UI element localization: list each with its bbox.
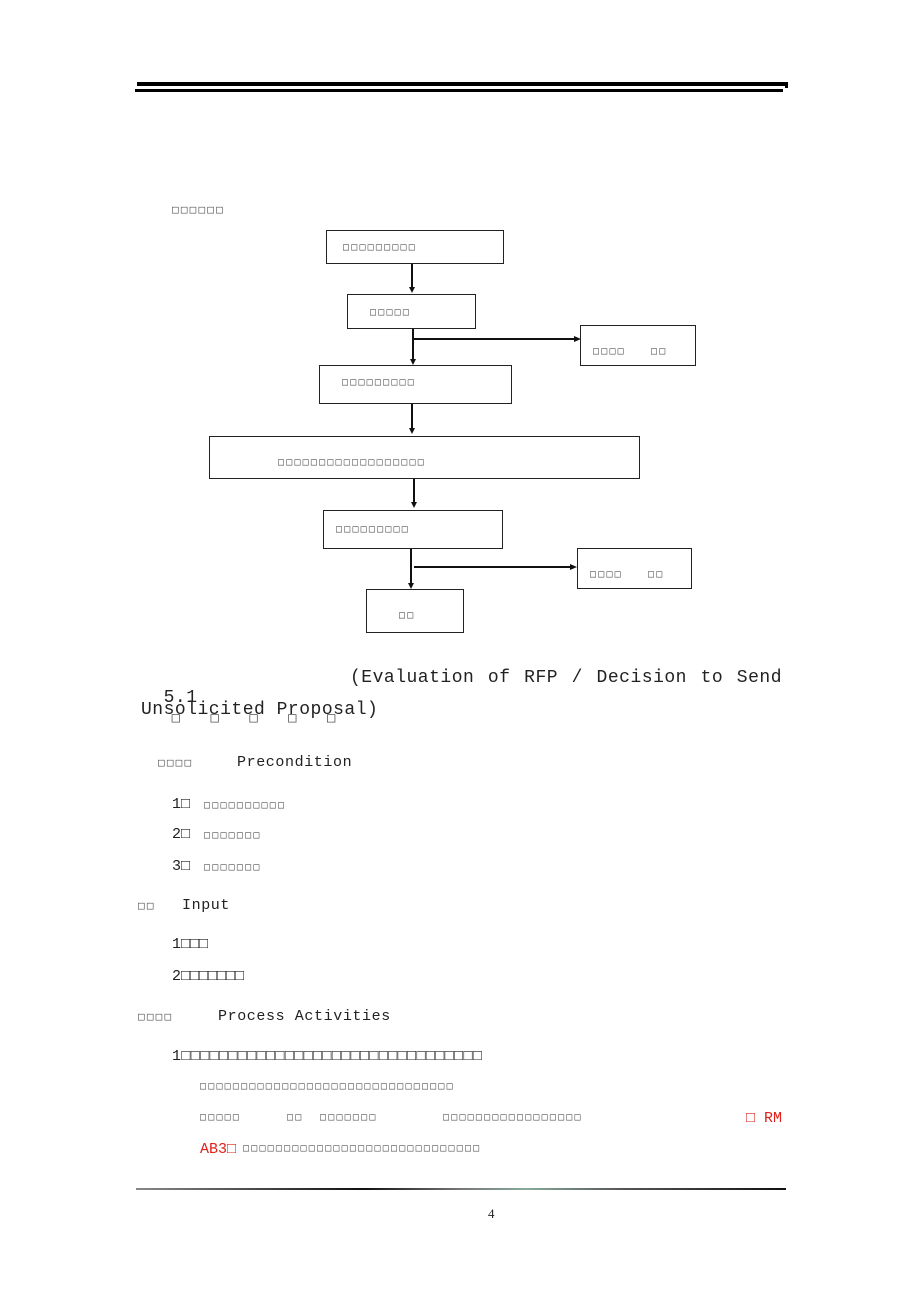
flow-connector [411,404,413,429]
flow-node-6: □□ [366,589,464,633]
flow-connector [410,549,412,584]
precondition-item: 3□ □□□□□□□ [172,857,262,875]
process-line-3-a: □□□□□ [200,1112,242,1123]
flow-side-node-2: □□□□ □□ [577,548,692,589]
input-label-en: Input [182,897,231,914]
flow-node-3-label: □□□□□□□□□ [342,377,416,388]
header-rule-bottom [135,89,783,92]
flow-node-5-label: □□□□□□□□□ [336,524,410,535]
arrow-down-icon [409,428,415,434]
flow-connector [411,264,413,288]
flow-connector [413,479,415,503]
flow-branch-connector [414,566,572,568]
flow-node-5: □□□□□□□□□ [323,510,503,549]
precondition-item-text: □□□□□□□ [204,830,262,841]
process-line-3-b: □□ [287,1112,304,1123]
flow-node-3: □□□□□□□□□ [319,365,512,404]
arrow-right-icon [570,564,577,570]
flow-node-6-label: □□ [399,610,416,621]
header-rule-top [137,82,787,86]
process-line-3-d: □□□□□□□□□□□□□□□□□ [443,1112,583,1123]
flow-connector [412,329,414,360]
input-item: 2□□□□□□□ [172,968,245,985]
flow-branch-connector [413,338,576,340]
flow-side-node-1-label2: □□ [651,346,668,357]
arrow-down-icon [409,287,415,293]
process-line-1: 1□□□□□□□□□□□□□□□□□□□□□□□□□□□□□□□□ [172,1048,483,1065]
input-item: 1□□□ [172,936,209,953]
precondition-item-text: □□□□□□□□□□ [204,800,287,811]
precondition-label-en: Precondition [237,754,353,771]
flow-node-1: □□□□□□□□□ [326,230,504,264]
flow-side-node-1: □□□□ □□ [580,325,696,366]
page-number: 4 [488,1206,495,1221]
process-line-3-c: □□□□□□□ [320,1112,378,1123]
precondition-item-num: 1□ [172,796,191,813]
precondition-item-text: □□□□□□□ [204,862,262,873]
flowchart-caption: □□□□□□ [172,203,225,216]
precondition-item-num: 3□ [172,858,191,875]
precondition-item: 1□ □□□□□□□□□□ [172,795,286,813]
flow-node-4: □□□□□□□□□□□□□□□□□□ [209,436,640,479]
process-line-4-reference: AB3□ [200,1141,237,1158]
flow-side-node-1-label: □□□□ [593,346,626,357]
flow-side-node-2-label2: □□ [648,569,665,580]
precondition-item: 2□ □□□□□□□ [172,825,262,843]
arrow-down-icon [411,502,417,508]
process-label-en: Process Activities [218,1008,391,1025]
process-label-cjk: □□□□ [138,1010,174,1023]
header-rule-end-mark [785,82,788,88]
process-line-4: □□□□□□□□□□□□□□□□□□□□□□□□□□□□□ [243,1143,482,1154]
section-title-en-line2: Unsolicited Proposal) [141,700,379,720]
footer-rule [136,1188,786,1190]
flow-node-1-label: □□□□□□□□□ [343,242,417,253]
precondition-label-cjk: □□□□ [158,756,194,769]
input-label-cjk: □□ [138,899,156,912]
flow-node-2: □□□□□ [347,294,476,329]
process-line-2: □□□□□□□□□□□□□□□□□□□□□□□□□□□□□□□ [200,1081,455,1092]
section-title-en-line1: (Evaluation of RFP / Decision to Send [350,668,782,688]
flow-node-4-label: □□□□□□□□□□□□□□□□□□ [278,457,426,468]
flow-node-2-label: □□□□□ [370,307,412,318]
precondition-item-num: 2□ [172,826,191,843]
process-line-3-reference: □ RM [746,1110,783,1127]
flow-side-node-2-label: □□□□ [590,569,623,580]
